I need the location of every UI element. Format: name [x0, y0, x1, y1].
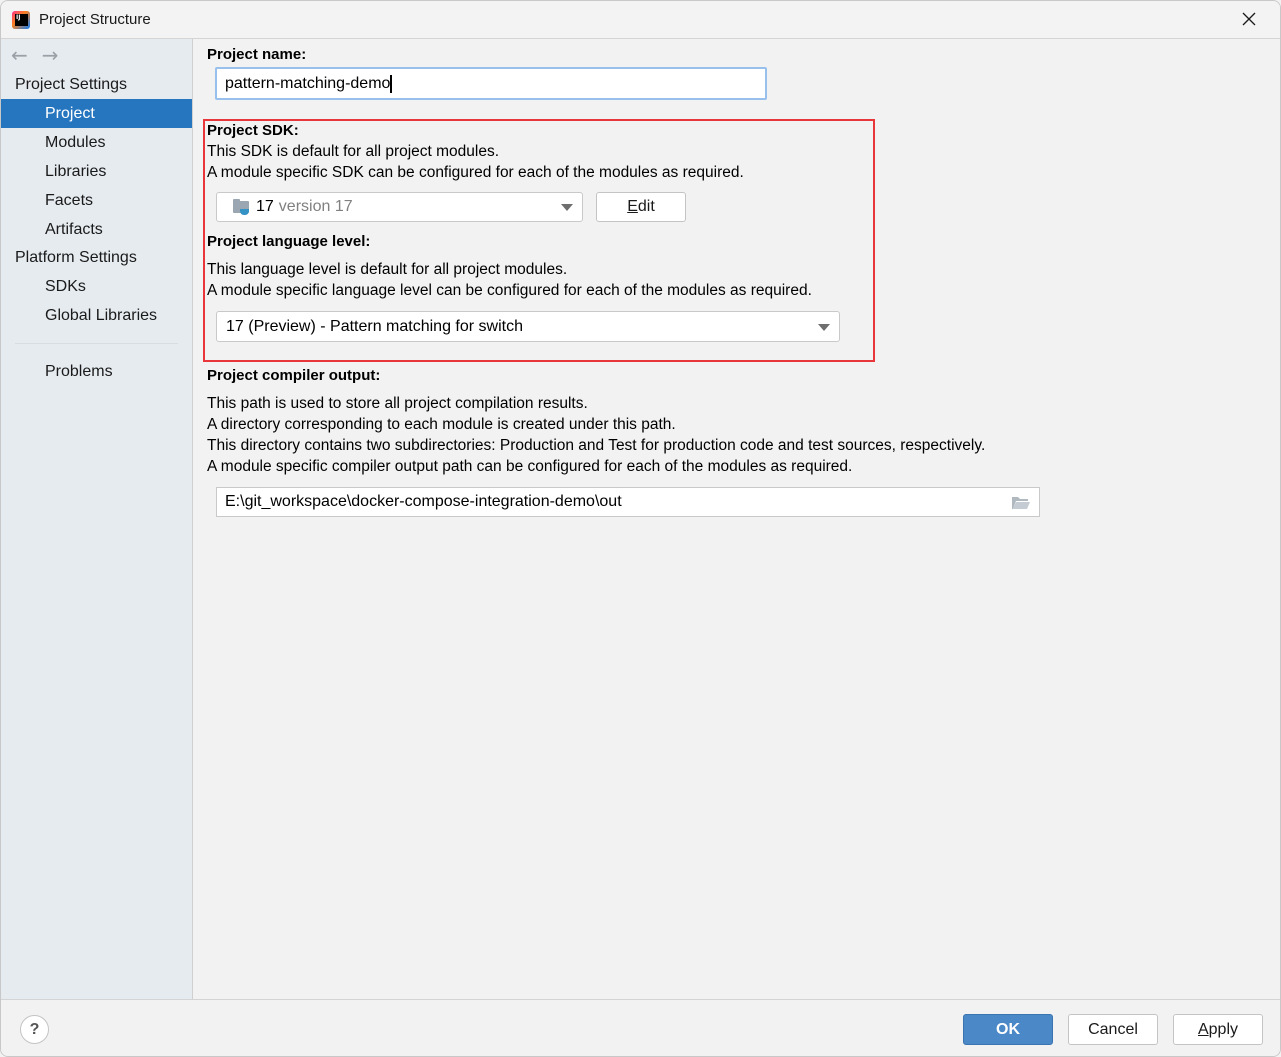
compiler-output-path-value: E:\git_workspace\docker-compose-integrat… [225, 493, 622, 510]
sdk-name: 17 [256, 198, 274, 215]
compiler-output-label: Project compiler output: [207, 367, 381, 384]
window-title: Project Structure [39, 11, 151, 28]
sidebar-item-libraries[interactable]: Libraries [1, 157, 192, 186]
sidebar-item-artifacts[interactable]: Artifacts [1, 215, 192, 244]
sidebar-item-problems[interactable]: Problems [1, 357, 192, 386]
ok-button[interactable]: OK [963, 1014, 1053, 1045]
chevron-down-icon [561, 204, 573, 211]
project-sdk-label: Project SDK: [207, 122, 299, 139]
jdk-folder-icon [233, 199, 251, 215]
text-caret [390, 74, 393, 93]
sdk-version: version 17 [278, 198, 353, 215]
sidebar-item-sdks[interactable]: SDKs [1, 272, 192, 301]
close-button[interactable] [1238, 8, 1260, 30]
sidebar-item-facets[interactable]: Facets [1, 186, 192, 215]
back-arrow-icon[interactable]: ← [11, 43, 28, 67]
sdk-description-1: This SDK is default for all project modu… [207, 143, 500, 160]
help-button[interactable]: ? [20, 1015, 49, 1044]
compiler-output-description-3: This directory contains two subdirectori… [207, 437, 986, 454]
edit-mnemonic: E [627, 198, 638, 215]
forward-arrow-icon[interactable]: → [42, 43, 59, 67]
sidebar-item-project[interactable]: Project [1, 99, 192, 128]
sidebar-item-modules[interactable]: Modules [1, 128, 192, 157]
apply-button[interactable]: Apply [1173, 1014, 1263, 1045]
sidebar-item-global-libraries[interactable]: Global Libraries [1, 301, 192, 330]
browse-folder-icon[interactable] [1011, 495, 1031, 510]
history-navigation: ← → [1, 39, 192, 71]
title-bar: Project Structure [1, 1, 1280, 39]
intellij-idea-icon [12, 10, 30, 29]
edit-sdk-button[interactable]: Edit [596, 192, 686, 222]
language-level-value: 17 (Preview) - Pattern matching for swit… [226, 317, 523, 335]
compiler-output-description-1: This path is used to store all project c… [207, 395, 588, 412]
section-header-project-settings: Project Settings [15, 76, 128, 93]
project-sdk-dropdown[interactable]: 17 version 17 [216, 192, 583, 222]
language-level-description-2: A module specific language level can be … [207, 282, 812, 299]
apply-label-rest: pply [1208, 1020, 1239, 1038]
sdk-description-2: A module specific SDK can be configured … [207, 164, 744, 181]
sidebar: ← → Project Settings Project Modules Lib… [1, 39, 193, 999]
cancel-button[interactable]: Cancel [1068, 1014, 1158, 1045]
project-name-value: pattern-matching-demo [225, 74, 391, 92]
edit-label-rest: dit [637, 198, 655, 215]
project-structure-dialog: Project Structure ← → Project Settings P… [0, 0, 1281, 1057]
project-settings-panel: Project name: pattern-matching-demo Proj… [194, 39, 1280, 999]
language-level-description-1: This language level is default for all p… [207, 261, 568, 278]
apply-mnemonic: A [1197, 1020, 1209, 1038]
compiler-output-description-4: A module specific compiler output path c… [207, 458, 853, 475]
close-icon [1242, 12, 1256, 26]
dialog-footer: ? OK Cancel Apply [1, 999, 1280, 1056]
section-header-platform-settings: Platform Settings [15, 249, 137, 266]
help-icon: ? [29, 1020, 40, 1038]
sidebar-divider [15, 343, 178, 344]
project-name-label: Project name: [207, 46, 307, 63]
language-level-dropdown[interactable]: 17 (Preview) - Pattern matching for swit… [216, 311, 840, 342]
project-name-input[interactable]: pattern-matching-demo [215, 67, 767, 100]
compiler-output-path-input[interactable]: E:\git_workspace\docker-compose-integrat… [216, 487, 1040, 517]
language-level-label: Project language level: [207, 233, 371, 250]
chevron-down-icon [818, 323, 830, 331]
compiler-output-description-2: A directory corresponding to each module… [207, 416, 676, 433]
